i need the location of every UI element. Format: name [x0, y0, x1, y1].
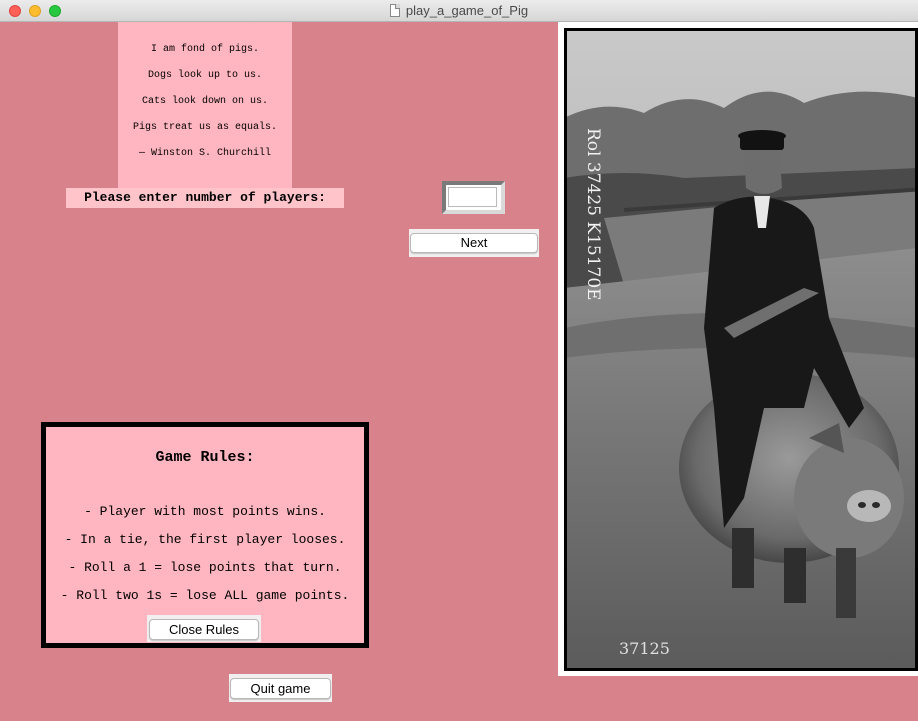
document-icon [389, 4, 400, 17]
rule-item: - Player with most points wins. [84, 504, 326, 519]
window-title: play_a_game_of_Pig [405, 3, 529, 18]
rule-item: - Roll two 1s = lose ALL game points. [60, 588, 350, 603]
photo-bottom-caption: 37125 [619, 639, 670, 658]
quote-line: Dogs look up to us. [147, 70, 263, 81]
close-rules-button[interactable]: Close Rules [149, 619, 259, 640]
pig-photo-frame: Rol 37425 K15170E 37125 [558, 22, 918, 676]
rules-title: Game Rules: [155, 449, 255, 466]
quote-attribution: — Winston S. Churchill [138, 148, 272, 159]
player-count-frame [442, 181, 505, 214]
player-count-prompt: Please enter number of players: [66, 188, 344, 208]
window-titlebar: play_a_game_of_Pig [0, 0, 918, 22]
quote-line: I am fond of pigs. [150, 44, 260, 55]
quote-line: Cats look down on us. [141, 96, 269, 107]
quote-line: Pigs treat us as equals. [132, 122, 278, 133]
man-riding-pig-image: Rol 37425 K15170E 37125 [564, 28, 918, 671]
window-title-area: play_a_game_of_Pig [0, 3, 918, 19]
quit-game-button[interactable]: Quit game [230, 678, 331, 699]
photo-vertical-caption: Rol 37425 K15170E [583, 128, 603, 301]
man-riding-pig-photo: Rol 37425 K15170E 37125 [564, 28, 918, 671]
player-count-input[interactable] [448, 187, 497, 207]
churchill-quote: I am fond of pigs. Dogs look up to us. C… [118, 22, 292, 188]
rule-item: - Roll a 1 = lose points that turn. [68, 560, 342, 575]
next-button[interactable]: Next [410, 233, 538, 253]
rule-item: - In a tie, the first player looses. [64, 532, 346, 547]
